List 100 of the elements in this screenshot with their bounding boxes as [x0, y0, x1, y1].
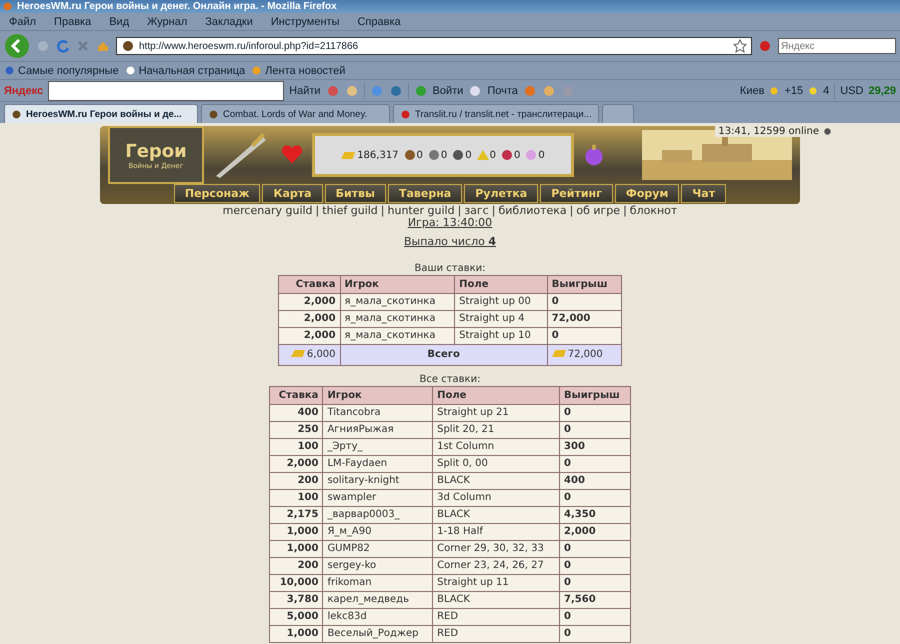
yandex-logo: Яндекс [4, 84, 44, 96]
table-cell: карел_медведь [322, 592, 433, 608]
separator: | [570, 205, 574, 217]
table-cell: Straight up 4 [454, 310, 548, 328]
game-time-link[interactable]: Игра: 13:40:00 [408, 217, 492, 229]
nav-link[interactable]: thief guild [322, 205, 378, 217]
table-cell: RED [432, 608, 560, 626]
nav-button[interactable]: Рулетка [464, 184, 538, 203]
table-cell: 0 [547, 294, 622, 310]
separator: | [380, 205, 385, 217]
table-cell: _Эрту_ [322, 438, 433, 456]
nav-link[interactable]: mercenary guild [222, 205, 313, 217]
mail-button[interactable]: Почта [487, 84, 518, 96]
table-cell: RED [432, 626, 560, 642]
nav-link[interactable]: hunter guild [388, 205, 455, 217]
menu-item[interactable]: Файл [4, 16, 42, 28]
menu-item[interactable]: Справка [352, 16, 406, 28]
table-cell: _варвар0003_ [322, 506, 433, 524]
nav-button[interactable]: Таверна [388, 184, 462, 203]
resource-count: 0 [490, 150, 496, 160]
browser-tab[interactable]: Translit.ru / translit.net - транслитераци... [393, 104, 599, 123]
table-cell: 2,000 [270, 456, 323, 472]
exchange-rate: 29,29 [868, 84, 896, 96]
back-button[interactable] [4, 33, 30, 59]
bookmark-link[interactable]: Лента новостей [265, 64, 346, 76]
table-cell: 1st Column [432, 438, 560, 456]
table-cell: Straight up 11 [432, 574, 560, 592]
column-header: Ставка [278, 276, 340, 294]
new-tab-button[interactable] [602, 104, 634, 123]
browser-tab[interactable]: HeroesWM.ru Герои войны и де... [4, 104, 198, 123]
separator: | [316, 205, 320, 217]
table-cell: 0 [560, 456, 630, 472]
table-cell: LM-Faydaen [322, 456, 433, 472]
table-cell: я_мала_скотинка [340, 294, 455, 310]
menu-item[interactable]: Закладки [200, 16, 258, 28]
window-title: HeroesWM.ru Герои войны и денег. Онлайн игра. - Mozilla Firefox [17, 1, 337, 12]
table-cell: 100 [270, 438, 323, 456]
table-cell: 0 [560, 608, 630, 626]
table-cell: frikoman [322, 574, 433, 592]
resource-count: 0 [538, 150, 545, 160]
yandex-search-field[interactable] [48, 80, 284, 100]
separator: | [458, 205, 462, 217]
table-cell: 2,000 [278, 310, 340, 328]
menu-item[interactable]: Вид [104, 16, 134, 28]
table-cell: 1,000 [270, 540, 323, 558]
ingot-icon [341, 152, 356, 158]
table-cell: Corner 29, 30, 32, 33 [432, 540, 560, 558]
table-cell: я_мала_скотинка [340, 310, 455, 328]
resource-count: 186,317 [357, 150, 399, 160]
column-header: Поле [454, 276, 548, 294]
column-header: Выигрыш [547, 276, 622, 294]
table-cell: 1,000 [270, 626, 323, 642]
table-cell: 4,350 [560, 506, 630, 524]
nav-button[interactable]: Персонаж [174, 184, 260, 203]
menu-item[interactable]: Инструменты [266, 16, 344, 28]
browser-tab[interactable]: Combat. Lords of War and Money. [201, 104, 390, 123]
table-cell: 0 [560, 558, 630, 574]
nav-link[interactable]: загс [464, 205, 489, 217]
nav-button[interactable]: Карта [262, 184, 323, 203]
table-cell: 100 [270, 490, 323, 506]
table-cell: 250 [270, 422, 323, 438]
nav-button[interactable]: Чат [681, 184, 726, 203]
table-cell: swampler [322, 490, 433, 506]
table-cell: 2,000 [278, 294, 340, 310]
table-caption: Все ставки: [420, 374, 480, 386]
city-label: Киев [740, 84, 764, 96]
table-cell: Я_м_А90 [322, 524, 433, 540]
table-cell: 400 [270, 404, 323, 422]
table-cell: 0 [560, 574, 630, 592]
find-button[interactable]: Найти [289, 84, 321, 96]
table-cell: BLACK [432, 592, 560, 608]
table-cell: 0 [560, 626, 630, 642]
nav-link[interactable]: библиотека [498, 205, 567, 217]
menu-item[interactable]: Журнал [142, 16, 192, 28]
table-cell: Split 0, 00 [432, 456, 560, 472]
bookmark-link[interactable]: Начальная страница [138, 64, 246, 76]
result-link[interactable]: Выпало число 4 [404, 236, 496, 248]
home-icon [96, 39, 110, 53]
table-cell: 5,000 [270, 608, 323, 626]
column-header: Поле [432, 386, 560, 404]
table-cell: Split 20, 21 [432, 422, 560, 438]
table-cell: 2,175 [270, 506, 323, 524]
temperature: +15 [784, 84, 804, 96]
table-cell: 1-18 Half [432, 524, 560, 540]
nav-link[interactable]: блокнот [630, 205, 678, 217]
column-header: Выигрыш [560, 386, 630, 404]
bookmark-link[interactable]: Самые популярные [18, 64, 119, 76]
column-header: Ставка [270, 386, 323, 404]
search-field[interactable]: Яндекс [778, 38, 896, 54]
nav-link[interactable]: об игре [576, 205, 620, 217]
resource-count: 0 [416, 150, 423, 160]
table-cell: 200 [270, 558, 323, 574]
nav-button[interactable]: Рейтинг [540, 184, 613, 203]
table-cell: GUMP82 [322, 540, 433, 558]
login-button[interactable]: Войти [432, 84, 464, 96]
table-cell: 3,780 [270, 592, 323, 608]
nav-button[interactable]: Битвы [324, 184, 386, 203]
nav-button[interactable]: Форум [614, 184, 680, 203]
menu-item[interactable]: Правка [49, 16, 96, 28]
address-bar[interactable]: http://www.heroeswm.ru/inforoul.php?id=2117866 [116, 37, 752, 55]
